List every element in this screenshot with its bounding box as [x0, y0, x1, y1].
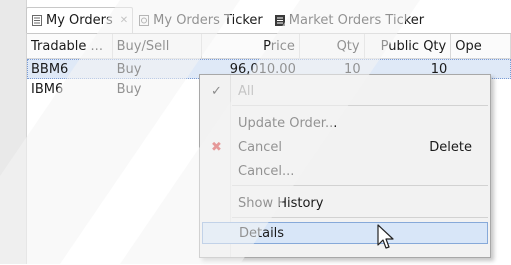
menu-item-label: Update Order...: [238, 115, 338, 131]
column-header-buy-sell[interactable]: Buy/Sell: [113, 34, 203, 58]
cancel-icon: ✖: [211, 139, 222, 155]
column-header-tradable[interactable]: Tradable ...: [27, 34, 113, 58]
menu-item-show-history[interactable]: Show History: [202, 192, 488, 214]
cell-tradable: BBM6: [31, 61, 69, 77]
tab-label: Market Orders Ticker: [288, 12, 425, 28]
menu-item-all[interactable]: ✓ All: [202, 80, 488, 102]
view-tabbar: My Orders ✕ My Orders Ticker Market Orde…: [26, 7, 511, 33]
menu-separator: [232, 185, 488, 186]
close-icon[interactable]: ✕: [120, 15, 128, 26]
column-header-price[interactable]: Price: [202, 34, 300, 58]
menu-item-cancel[interactable]: ✖ Cancel Delete: [202, 136, 488, 158]
column-header-qty[interactable]: Qty: [300, 34, 365, 58]
tab-my-orders[interactable]: My Orders ✕: [26, 7, 134, 33]
check-icon: ✓: [211, 83, 222, 99]
cell-side: Buy: [116, 61, 142, 77]
ticker-icon: [139, 14, 150, 26]
menu-item-update-order[interactable]: Update Order...: [202, 112, 488, 134]
mouse-cursor-icon: [377, 224, 394, 249]
menu-item-label: All: [238, 83, 255, 99]
column-header-public-qty[interactable]: Public Qty: [365, 34, 452, 58]
context-menu: ✓ All Update Order... ✖ Cancel Delete Ca…: [199, 74, 491, 258]
column-header-open[interactable]: Ope: [451, 34, 511, 58]
tab-my-orders-ticker[interactable]: My Orders Ticker: [133, 7, 269, 33]
left-panel-edge: [0, 0, 27, 264]
tab-label: My Orders: [46, 13, 113, 28]
menu-item-details[interactable]: Details: [202, 222, 488, 244]
tab-label: My Orders Ticker: [153, 12, 263, 28]
orders-icon: [32, 15, 42, 26]
menu-item-label: Show History: [238, 195, 324, 211]
cell-tradable: IBM6: [31, 81, 64, 97]
menu-item-label: Details: [239, 225, 285, 241]
menu-item-label: Cancel: [238, 139, 283, 155]
tab-market-orders-ticker[interactable]: Market Orders Ticker: [269, 7, 430, 33]
menu-separator: [232, 217, 488, 218]
cell-side: Buy: [116, 81, 142, 97]
menu-item-label: Cancel...: [238, 163, 295, 179]
menu-item-accelerator: Delete: [429, 139, 472, 155]
menu-separator: [232, 105, 488, 106]
market-icon: [274, 14, 285, 26]
menu-item-cancel-dialog[interactable]: Cancel...: [202, 160, 488, 182]
table-header: Tradable ... Buy/Sell Price Qty Public Q…: [27, 34, 511, 59]
